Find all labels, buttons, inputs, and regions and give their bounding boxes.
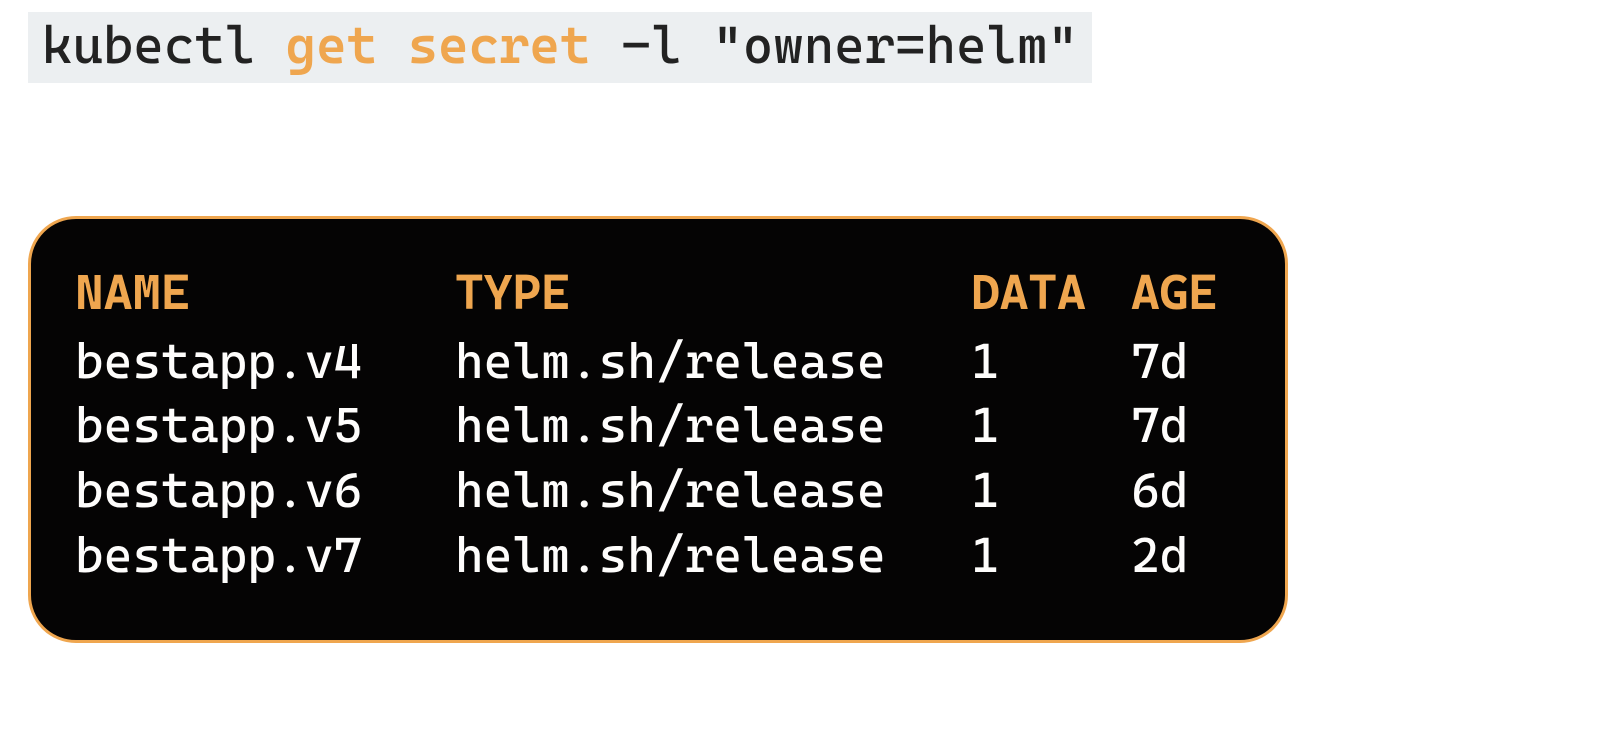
cell-name: bestapp.v7 — [75, 524, 455, 589]
table-header-row: NAME TYPE DATA AGE — [75, 261, 1241, 330]
command-text-prefix: kubectl — [42, 18, 286, 75]
cell-age: 7d — [1131, 330, 1241, 395]
cell-age: 7d — [1131, 394, 1241, 459]
cell-type: helm.sh/release — [455, 394, 971, 459]
table-row: bestapp.v5 helm.sh/release 1 7d — [75, 394, 1241, 459]
terminal-output-panel: NAME TYPE DATA AGE bestapp.v4 helm.sh/re… — [28, 216, 1288, 643]
table-row: bestapp.v7 helm.sh/release 1 2d — [75, 524, 1241, 589]
header-name: NAME — [75, 261, 455, 330]
cell-type: helm.sh/release — [455, 459, 971, 524]
cell-name: bestapp.v5 — [75, 394, 455, 459]
table-row: bestapp.v6 helm.sh/release 1 6d — [75, 459, 1241, 524]
cell-data: 1 — [971, 394, 1131, 459]
command-line: kubectl get secret -l "owner=helm" — [28, 12, 1092, 83]
cell-age: 6d — [1131, 459, 1241, 524]
header-type: TYPE — [455, 261, 971, 330]
cell-age: 2d — [1131, 524, 1241, 589]
cell-data: 1 — [971, 459, 1131, 524]
cell-data: 1 — [971, 330, 1131, 395]
cell-type: helm.sh/release — [455, 524, 971, 589]
cell-name: bestapp.v6 — [75, 459, 455, 524]
command-text-highlight: get secret — [286, 18, 591, 75]
header-data: DATA — [971, 261, 1131, 330]
cell-name: bestapp.v4 — [75, 330, 455, 395]
table-row: bestapp.v4 helm.sh/release 1 7d — [75, 330, 1241, 395]
secrets-table: NAME TYPE DATA AGE bestapp.v4 helm.sh/re… — [75, 261, 1241, 588]
header-age: AGE — [1131, 261, 1241, 330]
cell-type: helm.sh/release — [455, 330, 971, 395]
cell-data: 1 — [971, 524, 1131, 589]
command-text-suffix: -l "owner=helm" — [590, 18, 1078, 75]
